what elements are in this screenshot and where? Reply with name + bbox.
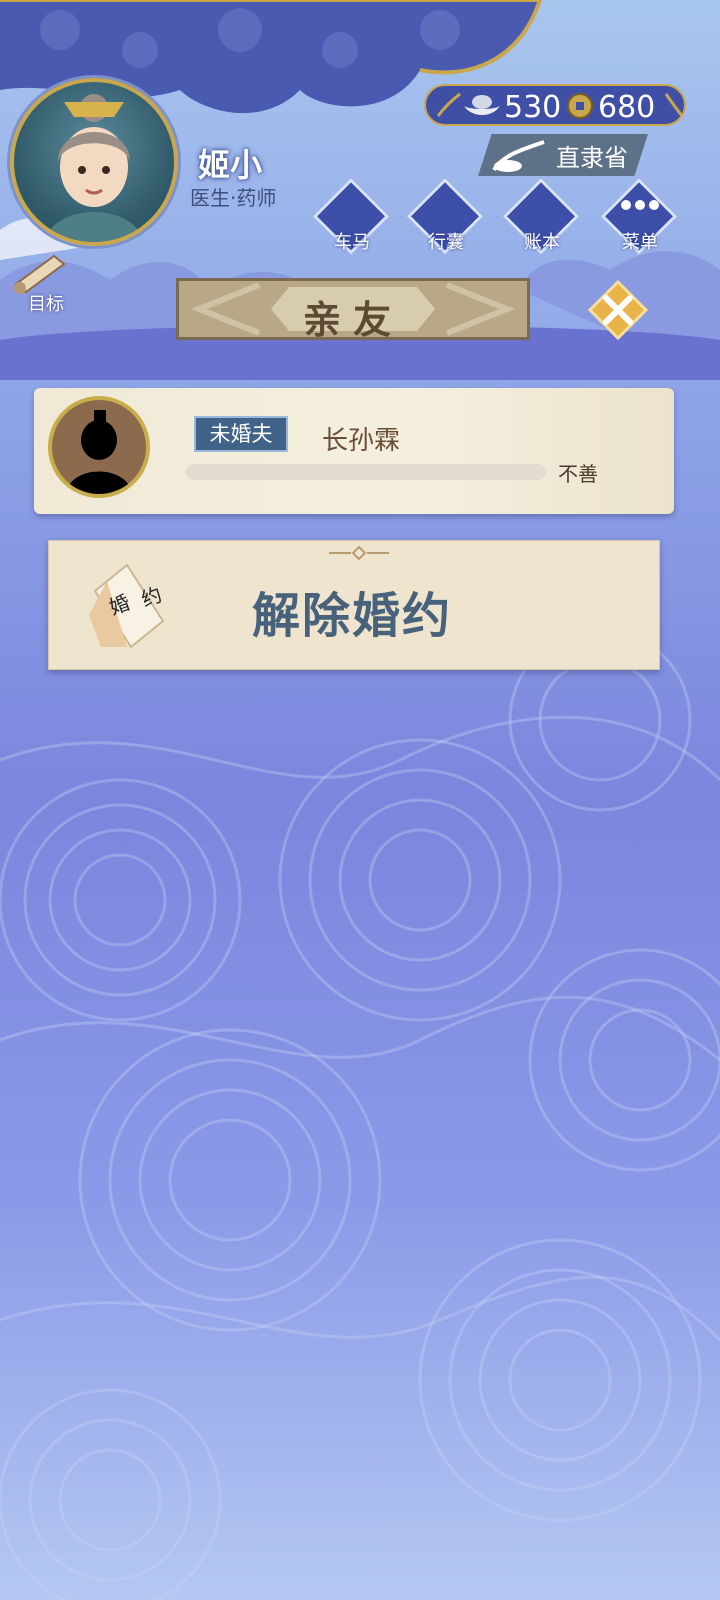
player-name: 姬小 xyxy=(198,146,263,184)
relation-badge: 未婚夫 xyxy=(194,416,288,452)
close-icon xyxy=(587,279,649,341)
scroll-icon xyxy=(14,254,66,294)
affinity-label: 不善 xyxy=(558,462,598,486)
nav-bundle[interactable]: 行囊 xyxy=(406,178,486,255)
region-label: 直隶省 xyxy=(556,144,628,172)
lady-portrait-icon xyxy=(44,94,144,242)
nav-menu-label: 菜单 xyxy=(622,232,658,253)
nav-carriage[interactable]: 车马 xyxy=(312,178,392,255)
silver-amount: 530 xyxy=(504,90,562,125)
goal-button[interactable]: 目标 xyxy=(10,250,86,315)
nav-ledger-label: 账本 xyxy=(524,232,560,253)
panel-title-plaque: 亲友 xyxy=(176,278,530,342)
coin-amount: 680 xyxy=(598,90,656,125)
player-avatar[interactable] xyxy=(10,78,178,246)
nav-carriage-label: 车马 xyxy=(334,232,370,253)
copper-coin-icon xyxy=(567,93,593,119)
close-button[interactable] xyxy=(587,279,649,341)
silver-ingot-icon xyxy=(464,95,500,115)
player-title: 医生·药师 xyxy=(190,186,277,210)
nav-menu[interactable]: 菜单 xyxy=(600,178,680,255)
bamboo-leaf-icon xyxy=(664,93,684,117)
ink-brush-icon xyxy=(492,140,545,172)
ornament-icon xyxy=(329,545,389,561)
goal-label: 目标 xyxy=(28,294,64,315)
affinity-bar xyxy=(186,464,546,480)
currency-bar[interactable]: 530 680 xyxy=(424,84,686,126)
bamboo-leaf-icon xyxy=(436,92,461,117)
nav-bundle-label: 行囊 xyxy=(428,232,464,253)
menu-dots-glyph xyxy=(621,200,659,210)
friend-avatar xyxy=(48,396,150,498)
nav-ledger[interactable]: 账本 xyxy=(502,178,582,255)
silhouette-icon xyxy=(66,410,132,494)
friend-name: 长孙霖 xyxy=(322,426,401,456)
panel-title: 亲友 xyxy=(302,298,403,342)
break-engagement-label: 解除婚约 xyxy=(252,588,453,644)
